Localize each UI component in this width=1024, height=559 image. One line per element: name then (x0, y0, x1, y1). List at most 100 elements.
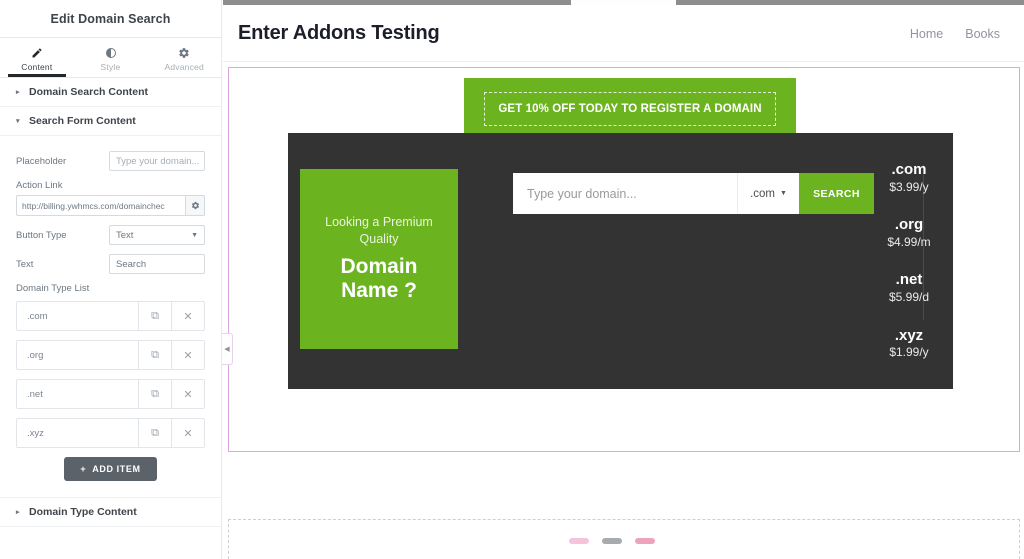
plus-icon: + (80, 464, 87, 474)
add-section-dropzone[interactable] (228, 519, 1020, 559)
domain-search-form: Type your domain... .com ▼ SEARCH (513, 173, 874, 214)
editor-panel: Edit Domain Search Content Style Advance… (0, 0, 222, 559)
tab-style-label: Style (100, 61, 121, 72)
left-promo-subtitle: Looking a Premium Quality (325, 214, 433, 246)
site-header: Enter Addons Testing Home Books (223, 6, 1024, 62)
section-search-form-content-label: Search Form Content (29, 115, 136, 127)
price-amount: $4.99/m (887, 234, 931, 249)
price-amount: $1.99/y (889, 345, 929, 360)
panel-header: Edit Domain Search (0, 0, 221, 38)
remove-icon[interactable]: ✕ (171, 302, 204, 330)
action-link-settings-gear-icon[interactable] (185, 195, 205, 216)
repeater-item-title: .xyz (27, 427, 44, 439)
add-section-buttons (569, 538, 655, 544)
section-domain-search-content[interactable]: ▸ Domain Search Content (0, 78, 221, 107)
chevron-right-icon: ▸ (16, 89, 20, 96)
tab-advanced[interactable]: Advanced (147, 38, 221, 77)
add-block-icon[interactable] (635, 538, 655, 544)
domain-type-list-control: Domain Type List .com ⧉ ✕ .org ⧉ ✕ .net (16, 283, 205, 487)
elementor-editor-screen: Edit Domain Search Content Style Advance… (0, 0, 1024, 559)
search-form-content-body: Placeholder Type your domain... Action L… (0, 136, 221, 498)
add-item-label: ADD ITEM (92, 464, 141, 474)
tld-select[interactable]: .com ▼ (737, 173, 799, 214)
panel-collapse-handle[interactable]: ◀ (222, 333, 233, 365)
tab-advanced-label: Advanced (164, 61, 204, 72)
domain-type-list-label: Domain Type List (16, 283, 90, 294)
site-nav: Home Books (910, 27, 1000, 41)
price-amount: $5.99/d (888, 290, 930, 305)
gear-icon (178, 46, 190, 60)
button-type-select[interactable]: Text ▼ (109, 225, 205, 245)
promo-banner[interactable]: GET 10% OFF TODAY TO REGISTER A DOMAIN (464, 78, 796, 140)
add-section-icon[interactable] (569, 538, 589, 544)
list-item[interactable]: .com ⧉ ✕ (16, 301, 205, 331)
repeater-item-title: .com (27, 310, 48, 322)
pencil-icon (31, 46, 43, 60)
button-text-control: Text Search (16, 254, 205, 274)
price-list: .com $3.99/y .org $4.99/m .net $5.99/d .… (866, 161, 952, 361)
button-type-control: Button Type Text ▼ (16, 225, 205, 245)
repeater-item-title: .net (27, 388, 43, 400)
browser-chrome-gap (571, 0, 676, 5)
nav-link-books[interactable]: Books (965, 27, 1000, 41)
panel-tabs: Content Style Advanced (0, 38, 221, 78)
tab-style[interactable]: Style (74, 38, 148, 77)
contrast-icon (105, 46, 117, 60)
list-item: .net $5.99/d (866, 271, 952, 305)
site-title: Enter Addons Testing (238, 22, 440, 44)
list-item: .com $3.99/y (866, 161, 952, 195)
promo-banner-inner-border: GET 10% OFF TODAY TO REGISTER A DOMAIN (484, 92, 776, 126)
placeholder-control: Placeholder Type your domain... (16, 151, 205, 171)
search-input[interactable]: Type your domain... (513, 173, 737, 214)
price-tld: .xyz (894, 326, 924, 344)
remove-icon[interactable]: ✕ (171, 341, 204, 369)
section-domain-search-content-label: Domain Search Content (29, 86, 149, 98)
left-promo-box: Looking a Premium Quality Domain Name ? (300, 169, 458, 349)
button-text-label: Text (16, 258, 34, 270)
button-text-input[interactable]: Search (109, 254, 205, 274)
price-tld: .org (894, 216, 924, 234)
section-domain-type-content-label: Domain Type Content (29, 506, 137, 518)
tld-select-value: .com (750, 187, 775, 200)
action-link-label: Action Link (16, 180, 63, 191)
chevron-down-icon: ▼ (779, 190, 787, 197)
section-domain-type-content[interactable]: ▸ Domain Type Content (0, 498, 221, 527)
chevron-right-icon: ▸ (16, 509, 20, 516)
remove-icon[interactable]: ✕ (171, 419, 204, 447)
repeater-item-title: .org (27, 349, 44, 361)
search-button[interactable]: SEARCH (799, 173, 874, 214)
duplicate-icon[interactable]: ⧉ (138, 419, 171, 447)
chevron-down-icon: ▾ (16, 118, 20, 125)
price-amount: $3.99/y (889, 179, 929, 194)
domain-type-repeater: .com ⧉ ✕ .org ⧉ ✕ .net ⧉ ✕ .xyz ⧉ ✕ (16, 301, 205, 448)
domain-search-widget: Looking a Premium Quality Domain Name ? … (288, 133, 953, 389)
chevron-down-icon: ▼ (191, 231, 198, 239)
duplicate-icon[interactable]: ⧉ (138, 341, 171, 369)
tab-content[interactable]: Content (0, 38, 74, 77)
add-template-icon[interactable] (602, 538, 622, 544)
nav-link-home[interactable]: Home (910, 27, 943, 41)
button-type-label: Button Type (16, 229, 67, 241)
promo-banner-text: GET 10% OFF TODAY TO REGISTER A DOMAIN (498, 103, 762, 115)
duplicate-icon[interactable]: ⧉ (138, 302, 171, 330)
preview-area: Enter Addons Testing Home Books GET 10% … (223, 0, 1024, 559)
selected-widget-outline[interactable]: GET 10% OFF TODAY TO REGISTER A DOMAIN L… (228, 67, 1020, 452)
left-promo-title: Domain Name ? (340, 254, 418, 303)
button-type-value: Text (116, 229, 134, 241)
add-item-button[interactable]: + ADD ITEM (64, 457, 157, 481)
list-item: .org $4.99/m (866, 216, 952, 250)
price-tld: .com (891, 161, 927, 178)
list-item: .xyz $1.99/y (866, 327, 952, 361)
price-tld: .net (895, 271, 923, 289)
remove-icon[interactable]: ✕ (171, 380, 204, 408)
action-link-input[interactable]: http://billing.ywhmcs.com/domainchec (16, 195, 185, 216)
list-item[interactable]: .xyz ⧉ ✕ (16, 418, 205, 448)
list-item[interactable]: .org ⧉ ✕ (16, 340, 205, 370)
duplicate-icon[interactable]: ⧉ (138, 380, 171, 408)
tab-content-label: Content (21, 61, 53, 72)
section-search-form-content[interactable]: ▾ Search Form Content (0, 107, 221, 136)
action-link-control: Action Link http://billing.ywhmcs.com/do… (16, 180, 205, 216)
list-item[interactable]: .net ⧉ ✕ (16, 379, 205, 409)
placeholder-input[interactable]: Type your domain... (109, 151, 205, 171)
placeholder-label: Placeholder (16, 155, 67, 167)
